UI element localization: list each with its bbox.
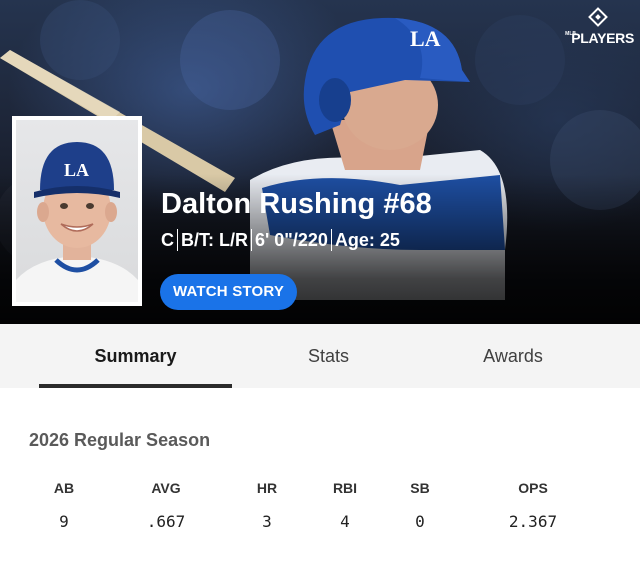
stat-header-rbi: RBI bbox=[332, 480, 358, 496]
season-title: 2026 Regular Season bbox=[29, 430, 211, 450]
profile-tabs: Summary Stats Awards bbox=[0, 324, 640, 388]
svg-text:LA: LA bbox=[410, 26, 441, 51]
player-hero: LA MLB PLAYERS LA Dalton Rushing #68 C B… bbox=[0, 0, 640, 324]
player-headshot: LA bbox=[12, 116, 142, 306]
stat-header-avg: AVG bbox=[151, 480, 181, 496]
stat-header-hr: HR bbox=[256, 480, 278, 496]
brand-text: PLAYERS bbox=[571, 30, 634, 46]
bio-divider bbox=[251, 229, 252, 251]
player-height-weight: 6' 0"/220 bbox=[255, 230, 328, 250]
tab-stats[interactable]: Stats bbox=[232, 324, 425, 388]
headshot-image: LA bbox=[16, 142, 138, 302]
player-name: Dalton Rushing #68 bbox=[161, 188, 432, 220]
stat-value-ab: 9 bbox=[59, 512, 69, 531]
watch-story-button[interactable]: WATCH STORY bbox=[160, 274, 297, 310]
stat-value-hr: 3 bbox=[262, 512, 272, 531]
stat-value-avg: .667 bbox=[146, 512, 186, 531]
stat-header-ab: AB bbox=[53, 480, 75, 496]
player-position: C bbox=[161, 230, 174, 250]
bio-divider bbox=[330, 229, 332, 251]
cap-logo-text: LA bbox=[64, 160, 89, 180]
players-diamond-icon bbox=[588, 7, 608, 27]
mlb-players-logo: MLB PLAYERS bbox=[565, 7, 634, 48]
tab-awards[interactable]: Awards bbox=[418, 324, 608, 388]
stat-header-sb: SB bbox=[410, 480, 430, 496]
player-age: Age: 25 bbox=[334, 230, 400, 250]
bio-divider bbox=[177, 229, 178, 251]
tab-summary[interactable]: Summary bbox=[39, 324, 232, 388]
stat-value-rbi: 4 bbox=[340, 512, 350, 531]
stat-value-ops: 2.367 bbox=[508, 512, 558, 531]
stat-header-ops: OPS bbox=[518, 480, 548, 496]
player-bats-throws: B/T: L/R bbox=[181, 230, 248, 250]
player-bio-line: C B/T: L/R 6' 0"/220 Age: 25 bbox=[161, 228, 400, 252]
stat-value-sb: 0 bbox=[415, 512, 425, 531]
